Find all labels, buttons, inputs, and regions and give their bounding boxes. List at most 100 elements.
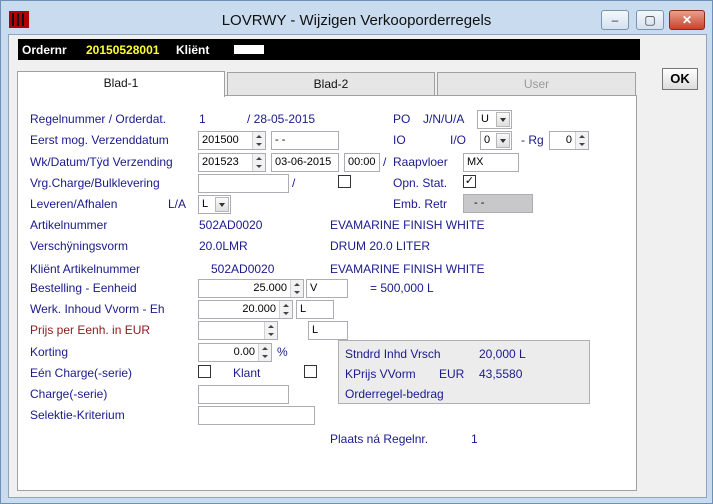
- kprijs-label: KPrijs VVorm: [345, 367, 416, 381]
- orderregel-bedrag-label: Orderregel-bedrag: [345, 387, 444, 401]
- artikel-description: EVAMARINE FINISH WHITE: [330, 218, 485, 232]
- tab-blad-1[interactable]: Blad-1: [17, 71, 225, 97]
- emb-retr-field: - -: [463, 194, 533, 213]
- verschijningsvorm-description: DRUM 20.0 LITER: [330, 239, 431, 253]
- bestelling-input[interactable]: 25.000: [198, 279, 304, 298]
- rg-input[interactable]: 0: [549, 131, 589, 150]
- korting-spinner[interactable]: [258, 344, 271, 361]
- plaats-regelnr-value: 1: [471, 432, 478, 446]
- korting-input[interactable]: 0.00: [198, 343, 272, 362]
- bestelling-value: 25.000: [253, 282, 287, 294]
- werk-inhoud-label: Werk. Inhoud Vvorm - Eh: [30, 302, 165, 316]
- eerst-date-input[interactable]: - -: [271, 131, 339, 150]
- title-bar[interactable]: LOVRWY - Wijzigen Verkooporderregels – ▢…: [1, 1, 712, 35]
- regelnummer-value: 1: [199, 112, 206, 126]
- een-charge-checkbox[interactable]: [198, 365, 211, 378]
- vrg-charge-label: Vrg.Charge/Bulklevering: [30, 176, 160, 190]
- chevron-down-icon[interactable]: [215, 197, 229, 212]
- opn-stat-checkbox[interactable]: ✓: [463, 175, 476, 188]
- klient-artikelnummer-label: Kliënt Artikelnummer: [30, 262, 141, 276]
- raapvloer-label: Raapvloer: [393, 155, 448, 169]
- client-area: Ordernr 20150528001 Kliënt Blad-1 Blad-2…: [8, 34, 707, 498]
- eerst-verzenddatum-label: Eerst mog. Verzenddatum: [30, 133, 169, 147]
- wk-verzending-label: Wk/Datum/Tÿd Verzending: [30, 155, 173, 169]
- vrg-separator: /: [292, 176, 296, 190]
- ok-button[interactable]: OK: [662, 68, 698, 90]
- werk-inhoud-spinner[interactable]: [279, 301, 292, 318]
- een-charge-label: Eén Charge(-serie): [30, 366, 133, 380]
- korting-label: Korting: [30, 345, 69, 359]
- korting-value: 0.00: [233, 346, 255, 358]
- charge-serie-label: Charge(-serie): [30, 387, 108, 401]
- klant-label: Klant: [233, 366, 261, 380]
- eerst-week-value: 201500: [202, 134, 239, 146]
- client-label: Kliënt: [176, 43, 210, 57]
- bestelling-label: Bestelling - Eenheid: [30, 281, 137, 295]
- main-window: LOVRWY - Wijzigen Verkooporderregels – ▢…: [0, 0, 713, 504]
- rg-value: 0: [565, 134, 572, 146]
- klient-artikelnummer-value: 502AD0020: [211, 262, 275, 276]
- verschijningsvorm-value: 20.0LMR: [199, 239, 248, 253]
- klant-checkbox[interactable]: [304, 365, 317, 378]
- leveren-value: L: [202, 198, 209, 210]
- orderdate-value: / 28-05-2015: [247, 112, 316, 126]
- eerst-week-spinner[interactable]: [252, 132, 265, 149]
- vrg-charge-input[interactable]: [198, 174, 289, 193]
- po-select[interactable]: U: [477, 110, 512, 129]
- wk-separator: /: [383, 155, 387, 169]
- stndrd-inhd-value: 20,000 L: [479, 347, 526, 361]
- wk-time-input[interactable]: 00:00: [344, 153, 380, 172]
- leveren-la-label: L/A: [168, 197, 187, 211]
- io-value: 0: [484, 134, 491, 146]
- io-label: IO: [393, 133, 406, 147]
- verschijningsvorm-label: Verschÿningsvorm: [30, 239, 129, 253]
- tab-user[interactable]: User: [437, 72, 636, 96]
- close-button[interactable]: ✕: [669, 10, 705, 30]
- werk-inhoud-input[interactable]: 20.000: [198, 300, 293, 319]
- chevron-down-icon[interactable]: [496, 133, 510, 148]
- po-label: PO: [393, 112, 411, 126]
- io-select[interactable]: 0: [480, 131, 512, 150]
- regelnummer-label: Regelnummer / Orderdat.: [30, 112, 167, 126]
- selektie-kriterium-label: Selektie-Kriterium: [30, 408, 125, 422]
- order-number: 20150528001: [86, 43, 160, 57]
- prijs-label: Prijs per Eenh. in EUR: [30, 323, 151, 337]
- korting-percent: %: [277, 345, 288, 359]
- raapvloer-input[interactable]: MX: [463, 153, 519, 172]
- leveren-label: Leveren/Afhalen: [30, 197, 118, 211]
- wk-week-input[interactable]: 201523: [198, 153, 266, 172]
- stndrd-inhd-label: Stndrd Inhd Vrsch: [345, 347, 441, 361]
- werk-unit-input[interactable]: L: [296, 300, 334, 319]
- prijs-spinner[interactable]: [264, 322, 277, 339]
- selektie-kriterium-input[interactable]: [198, 406, 315, 425]
- bulklevering-checkbox[interactable]: [338, 175, 351, 188]
- io-io-label: I/O: [450, 133, 467, 147]
- bestelling-spinner[interactable]: [290, 280, 303, 297]
- po-value: U: [481, 113, 489, 125]
- minimize-button[interactable]: –: [601, 10, 629, 30]
- charge-serie-input[interactable]: [198, 385, 289, 404]
- chevron-down-icon[interactable]: [496, 112, 510, 127]
- maximize-button[interactable]: ▢: [636, 10, 664, 30]
- emb-retr-label: Emb. Retr: [393, 197, 448, 211]
- artikelnummer-label: Artikelnummer: [30, 218, 108, 232]
- opn-stat-label: Opn. Stat.: [393, 176, 448, 190]
- wk-week-spinner[interactable]: [252, 154, 265, 171]
- wk-date-input[interactable]: 03-06-2015: [271, 153, 339, 172]
- prijs-unit-input[interactable]: L: [308, 321, 348, 340]
- werk-inhoud-value: 20.000: [242, 303, 276, 315]
- kprijs-currency: EUR: [439, 367, 465, 381]
- prijs-input[interactable]: [198, 321, 278, 340]
- leveren-select[interactable]: L: [198, 195, 231, 214]
- bestelling-total: = 500,000 L: [370, 281, 434, 295]
- order-label: Ordernr: [22, 43, 67, 57]
- rg-spinner[interactable]: [575, 132, 588, 149]
- tab-blad-2[interactable]: Blad-2: [227, 72, 435, 96]
- kprijs-value: 43,5580: [479, 367, 523, 381]
- order-header-bar: Ordernr 20150528001 Kliënt: [18, 39, 640, 60]
- bestelling-unit-input[interactable]: V: [306, 279, 348, 298]
- plaats-regelnr-label: Plaats ná Regelnr.: [330, 432, 429, 446]
- form-panel: Regelnummer / Orderdat. 1 / 28-05-2015 E…: [17, 95, 637, 491]
- eerst-week-input[interactable]: 201500: [198, 131, 266, 150]
- price-info-box: Stndrd Inhd Vrsch 20,000 L KPrijs VVorm …: [338, 340, 590, 404]
